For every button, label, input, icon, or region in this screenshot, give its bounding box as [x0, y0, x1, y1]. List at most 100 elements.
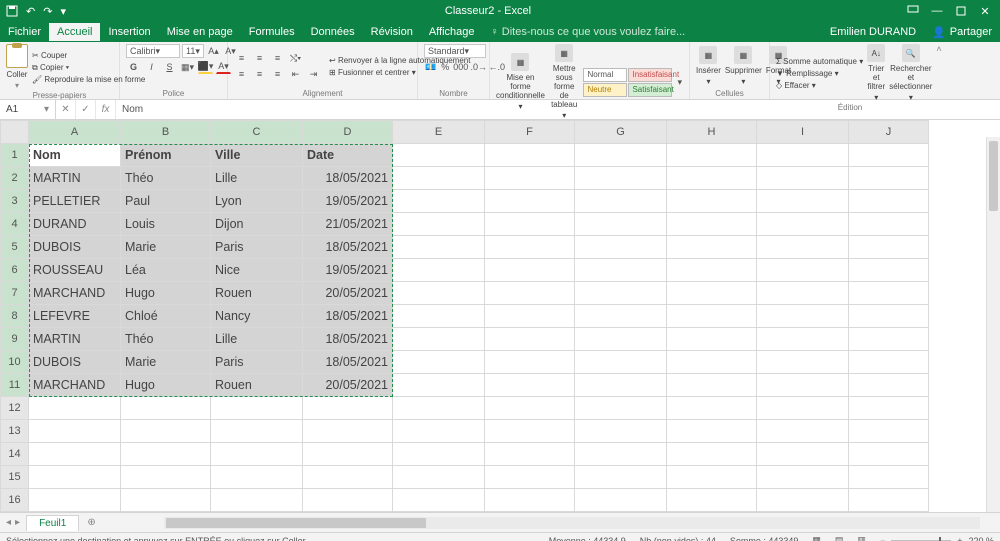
cell[interactable] — [849, 397, 929, 420]
cell[interactable]: Théo — [121, 328, 211, 351]
style-neutral[interactable]: Neutre — [583, 83, 627, 97]
cell[interactable] — [757, 144, 849, 167]
minimize-icon[interactable]: — — [928, 2, 946, 20]
cell[interactable]: Paris — [211, 236, 303, 259]
cell[interactable] — [393, 489, 485, 512]
cell[interactable] — [393, 144, 485, 167]
cell[interactable] — [485, 351, 575, 374]
cell[interactable] — [121, 489, 211, 512]
increase-font-icon[interactable]: A▴ — [206, 44, 221, 58]
cell[interactable] — [757, 282, 849, 305]
cell[interactable] — [211, 420, 303, 443]
cell[interactable] — [121, 466, 211, 489]
save-icon[interactable] — [6, 5, 18, 17]
cell[interactable] — [211, 466, 303, 489]
style-good[interactable]: Satisfaisant — [628, 83, 672, 97]
tab-accueil[interactable]: Accueil — [49, 23, 100, 41]
align-top-icon[interactable]: ≡ — [234, 51, 249, 65]
tab-insertion[interactable]: Insertion — [100, 23, 158, 41]
cell[interactable] — [757, 420, 849, 443]
cell[interactable]: 20/05/2021 — [303, 374, 393, 397]
cell[interactable] — [667, 305, 757, 328]
row-header[interactable]: 6 — [1, 259, 29, 282]
cell[interactable] — [575, 305, 667, 328]
column-header[interactable]: H — [667, 121, 757, 144]
cell[interactable]: Léa — [121, 259, 211, 282]
row-header[interactable]: 10 — [1, 351, 29, 374]
cell[interactable] — [757, 351, 849, 374]
tab-mise-en-page[interactable]: Mise en page — [159, 23, 241, 41]
cell[interactable] — [211, 443, 303, 466]
cell[interactable] — [757, 236, 849, 259]
cell[interactable] — [575, 443, 667, 466]
cell[interactable] — [211, 397, 303, 420]
cell[interactable]: DUBOIS — [29, 351, 121, 374]
view-normal-icon[interactable]: ▦ — [812, 535, 821, 541]
row-header[interactable]: 1 — [1, 144, 29, 167]
align-right-icon[interactable]: ≡ — [270, 67, 285, 81]
cell[interactable] — [757, 374, 849, 397]
cell[interactable] — [303, 512, 393, 513]
tab-fichier[interactable]: Fichier — [0, 23, 49, 41]
cell[interactable]: Prénom — [121, 144, 211, 167]
cell[interactable] — [121, 443, 211, 466]
thousands-icon[interactable]: 000 — [453, 60, 468, 74]
row-header[interactable]: 15 — [1, 466, 29, 489]
row-header[interactable]: 4 — [1, 213, 29, 236]
cell[interactable] — [485, 466, 575, 489]
row-header[interactable]: 11 — [1, 374, 29, 397]
cell[interactable] — [485, 167, 575, 190]
cell[interactable]: MARTIN — [29, 167, 121, 190]
font-name-combo[interactable]: Calibri ▾ — [126, 44, 180, 58]
align-left-icon[interactable]: ≡ — [234, 67, 249, 81]
close-icon[interactable]: ✕ — [976, 2, 994, 20]
cell[interactable] — [393, 190, 485, 213]
cell[interactable]: Hugo — [121, 374, 211, 397]
cell[interactable]: 20/05/2021 — [303, 282, 393, 305]
cell[interactable] — [575, 466, 667, 489]
tab-formules[interactable]: Formules — [241, 23, 303, 41]
cell[interactable] — [485, 213, 575, 236]
sheet-nav-next-icon[interactable]: ▸ — [15, 517, 20, 528]
cell[interactable] — [485, 512, 575, 513]
row-header[interactable]: 17 — [1, 512, 29, 513]
cell[interactable]: 18/05/2021 — [303, 236, 393, 259]
cell[interactable]: Rouen — [211, 282, 303, 305]
cell[interactable] — [485, 190, 575, 213]
cell[interactable] — [667, 167, 757, 190]
cell[interactable]: Marie — [121, 236, 211, 259]
cell[interactable] — [667, 397, 757, 420]
cell[interactable] — [211, 489, 303, 512]
spreadsheet-grid[interactable]: ABCDEFGHIJ1NomPrénomVilleDate2MARTINThéo… — [0, 120, 1000, 512]
cell[interactable] — [121, 512, 211, 513]
cell[interactable] — [393, 374, 485, 397]
cell[interactable]: Chloé — [121, 305, 211, 328]
cell[interactable] — [211, 512, 303, 513]
cell[interactable] — [121, 420, 211, 443]
fill-button[interactable]: ▼ Remplissage ▾ — [776, 68, 863, 79]
autosum-button[interactable]: Σ Somme automatique ▾ — [776, 56, 863, 67]
cell[interactable] — [575, 144, 667, 167]
cell[interactable]: 19/05/2021 — [303, 259, 393, 282]
row-header[interactable]: 16 — [1, 489, 29, 512]
cell[interactable] — [575, 282, 667, 305]
row-header[interactable]: 9 — [1, 328, 29, 351]
view-pagebreak-icon[interactable]: ▥ — [857, 535, 866, 541]
cell[interactable] — [757, 213, 849, 236]
cell[interactable]: Ville — [211, 144, 303, 167]
cell[interactable] — [757, 190, 849, 213]
column-header[interactable]: I — [757, 121, 849, 144]
cell[interactable] — [757, 305, 849, 328]
cell[interactable] — [393, 305, 485, 328]
cell[interactable] — [485, 236, 575, 259]
cell[interactable] — [393, 282, 485, 305]
cell[interactable] — [29, 397, 121, 420]
cell[interactable]: Paul — [121, 190, 211, 213]
select-all-corner[interactable] — [1, 121, 29, 144]
cell[interactable] — [667, 489, 757, 512]
cell[interactable] — [849, 489, 929, 512]
cell[interactable] — [485, 420, 575, 443]
horizontal-scrollbar[interactable] — [164, 517, 980, 529]
column-header[interactable]: F — [485, 121, 575, 144]
zoom-in-icon[interactable]: + — [957, 536, 962, 541]
